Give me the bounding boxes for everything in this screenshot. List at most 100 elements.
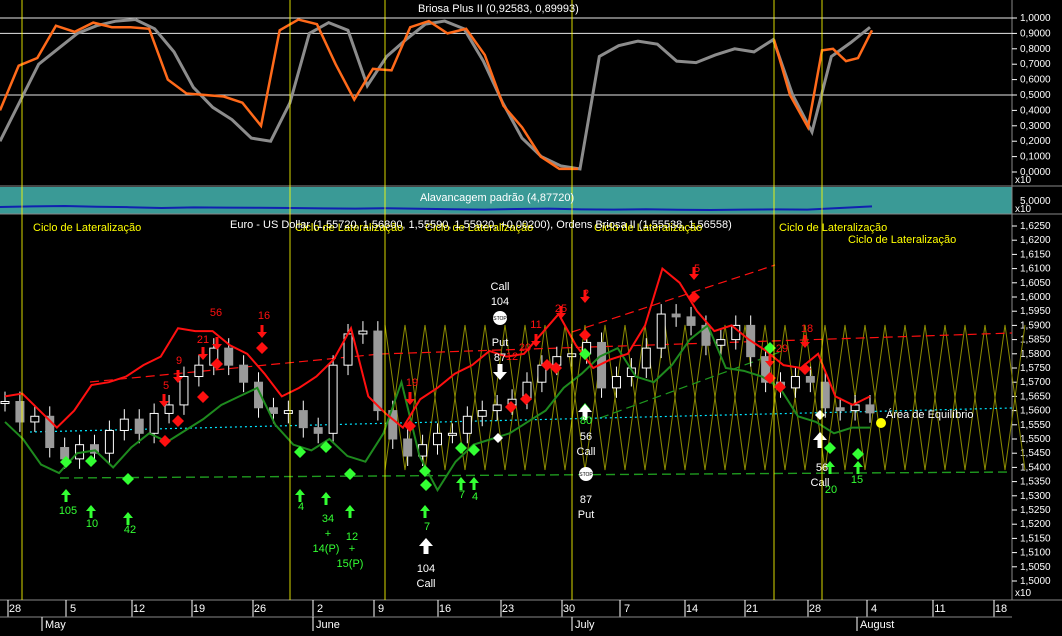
top-y-tick-label: 0,5000 xyxy=(1020,90,1051,101)
main-panel: 1,6250 1,6200 1,6150 1,6100 1,6050 1,6000 1,59… xyxy=(0,221,1051,599)
equilibrium-label: Área de Equilíbrio xyxy=(886,408,973,421)
buy-diamond xyxy=(122,473,134,485)
buy-arrow xyxy=(469,477,479,490)
candle-body xyxy=(298,410,308,429)
mid-scale-tag: x10 xyxy=(1015,204,1032,215)
sell-diamond xyxy=(172,415,184,427)
sell-count-label: 11 xyxy=(530,319,541,331)
x-day-label: 7 xyxy=(624,603,630,615)
sell-count-label: 29 xyxy=(776,343,788,355)
sell-count-label: 16 xyxy=(258,310,270,322)
candle-body xyxy=(462,415,472,434)
x-month-label: August xyxy=(860,619,894,631)
main-y-tick-label: 1,5700 xyxy=(1020,377,1051,388)
option-label: 87 xyxy=(494,352,506,364)
chart-svg: 1,0000 0,9000 0,8000 0,7000 0,6000 0,5000 0,40… xyxy=(0,0,1062,631)
top-y-tick-label: 0,1000 xyxy=(1020,152,1051,163)
buy-count-label: 15 xyxy=(851,474,863,486)
candle-body xyxy=(641,347,651,369)
green-dashed-line xyxy=(59,471,1013,479)
x-day-label: 23 xyxy=(502,603,514,615)
x-day-label: 21 xyxy=(746,603,758,615)
call-arrow xyxy=(813,432,827,448)
top-y-tick-label: 0,2000 xyxy=(1020,136,1051,147)
main-y-tick-label: 1,5850 xyxy=(1020,335,1051,346)
top-scale-tag: x10 xyxy=(1015,175,1032,186)
buy-arrow xyxy=(86,505,96,518)
candle-body xyxy=(268,407,278,414)
main-y-tick-label: 1,5500 xyxy=(1020,434,1051,445)
option-count-label: + xyxy=(349,543,355,555)
sell-count-label: 56 xyxy=(210,307,222,319)
sell-count-label: 18 xyxy=(801,323,813,335)
candle-body xyxy=(358,330,368,335)
main-y-tick-label: 1,5250 xyxy=(1020,505,1051,516)
main-y-tick-label: 1,6150 xyxy=(1020,249,1051,260)
candle-body xyxy=(328,364,338,434)
candle-body xyxy=(224,347,234,366)
buy-count-label: 10 xyxy=(86,518,98,530)
main-y-tick-label: 1,5350 xyxy=(1020,477,1051,488)
buy-count-label: 34 xyxy=(322,513,334,525)
option-label: 104 xyxy=(417,563,435,575)
sell-count-label: 21 xyxy=(197,334,209,346)
cycle-label: Ciclo de Lateralização xyxy=(779,222,887,234)
mid-panel-title: Alavancagem padrão (4,87720) xyxy=(420,192,575,204)
x-day-label: 16 xyxy=(439,603,451,615)
x-day-label: 4 xyxy=(871,603,877,615)
x-day-label: 12 xyxy=(133,603,145,615)
main-y-tick-label: 1,5600 xyxy=(1020,406,1051,417)
buy-diamond xyxy=(344,468,356,480)
x-day-label: 5 xyxy=(70,603,76,615)
candle-body xyxy=(835,407,845,412)
green-envelope xyxy=(4,323,870,493)
lattice-down xyxy=(984,324,1026,471)
candle-body xyxy=(283,410,293,414)
stop-icon-label: STOP xyxy=(579,472,593,478)
option-label: Put xyxy=(578,509,595,521)
x-day-label: 28 xyxy=(809,603,821,615)
top-y-tick-label: 0,7000 xyxy=(1020,59,1051,70)
top-y-tick-label: 0,8000 xyxy=(1020,44,1051,55)
buy-arrow xyxy=(420,505,430,518)
candle-body xyxy=(447,432,457,436)
candle-body xyxy=(477,410,487,417)
option-label: Call xyxy=(417,578,436,590)
sell-count-label: 19 xyxy=(406,377,418,389)
buy-count-label: 80 xyxy=(580,415,592,427)
top-panel-title: Briosa Plus II (0,92583, 0,89993) xyxy=(418,3,579,15)
sell-arrow xyxy=(257,325,267,338)
candle-body xyxy=(403,438,413,457)
sell-count-label: 9 xyxy=(176,355,182,367)
buy-diamond xyxy=(420,479,432,491)
candle-body xyxy=(373,330,383,412)
main-y-tick-label: 1,6250 xyxy=(1020,221,1051,232)
main-y-tick-label: 1,5050 xyxy=(1020,562,1051,573)
main-y-tick-label: 1,5650 xyxy=(1020,391,1051,402)
main-y-tick-label: 1,5300 xyxy=(1020,491,1051,502)
option-label: Call xyxy=(491,281,510,293)
main-y-tick-label: 1,5450 xyxy=(1020,448,1051,459)
option-label: Put xyxy=(492,337,509,349)
candle-body xyxy=(492,404,502,412)
call-arrow xyxy=(419,538,433,554)
buy-diamond xyxy=(468,444,480,456)
buy-count-label: 7 xyxy=(424,521,430,533)
buy-diamond xyxy=(824,442,836,454)
red-envelope xyxy=(4,266,871,430)
option-count-label: + xyxy=(325,528,331,540)
buy-arrow xyxy=(61,489,71,502)
candle-body xyxy=(179,376,189,406)
candle-body xyxy=(134,418,144,434)
stop-icon-label: STOP xyxy=(493,316,507,322)
sell-diamond xyxy=(579,329,591,341)
sell-diamond xyxy=(159,435,171,447)
candle-body xyxy=(611,376,621,389)
buy-diamond xyxy=(85,455,97,467)
option-count-label: 14(P) xyxy=(313,543,340,555)
option-label: Call xyxy=(811,477,830,489)
buy-count-label: 4 xyxy=(472,491,478,503)
candle-body xyxy=(865,404,875,414)
lattice-up xyxy=(984,324,1026,471)
sell-diamond xyxy=(256,342,268,354)
